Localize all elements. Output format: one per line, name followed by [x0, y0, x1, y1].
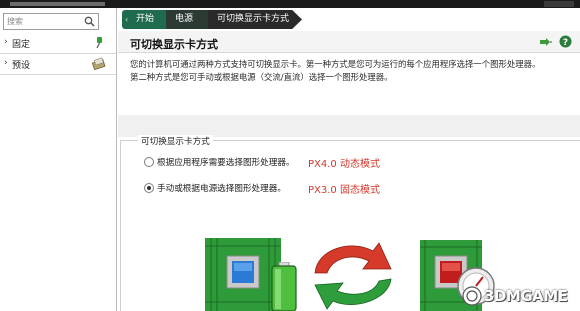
radio-dynamic-mode[interactable] [144, 157, 154, 167]
description-line: 您的计算机可通过两种方式支持可切换显示卡。第一种方式是您可为运行的每个应用程序选… [130, 59, 541, 69]
radio-selected-dot [147, 186, 151, 190]
sidebar-item-pinned[interactable]: › 固定 [0, 33, 116, 53]
watermark-text: 3DMGAME [484, 287, 568, 305]
pin-icon [96, 37, 102, 49]
search-box[interactable]: 搜索 [3, 13, 99, 30]
expand-arrow-icon[interactable]: › [4, 37, 8, 47]
breadcrumb-item-switchable-graphics[interactable]: 可切换显示卡方式 [204, 10, 302, 29]
search-input[interactable]: 搜索 [7, 16, 23, 27]
watermark: 3DMGAME [458, 283, 576, 309]
search-icon[interactable] [84, 16, 95, 27]
sidebar-item-label: 预设 [12, 61, 31, 71]
top-strip [0, 0, 580, 8]
breadcrumb: 可切换显示卡方式 电源 ‹ 开始 [122, 10, 302, 29]
page-title: 可切换显示卡方式 [130, 38, 218, 51]
pin-icon[interactable] [540, 37, 552, 47]
page-header: 可切换显示卡方式 ? [118, 31, 580, 53]
mode-label-dynamic: PX4.0 动态模式 [308, 159, 380, 170]
watermark-logo-icon [462, 286, 482, 306]
switch-arrows-icon [314, 242, 392, 310]
group-label: 可切换显示卡方式 [138, 135, 213, 147]
description: 您的计算机可通过两种方式支持可切换显示卡。第一种方式是您可为运行的每个应用程序选… [130, 58, 576, 84]
sidebar-divider [0, 74, 116, 75]
catalyst-control-center-window: 搜索 › 固定 › 预设 可切换显示卡方式 电源 ‹ 开始 可切换显示卡方式 ?… [0, 0, 580, 311]
breadcrumb-item-power[interactable]: 电源 [162, 10, 208, 29]
svg-text:?: ? [563, 38, 568, 48]
expand-arrow-icon[interactable]: › [4, 58, 8, 68]
window-controls[interactable] [544, 1, 574, 7]
option-label-dynamic[interactable]: 根据应用程序需要选择图形处理器。 [157, 156, 295, 168]
preset-icon [92, 57, 106, 70]
radio-fixed-mode[interactable] [144, 183, 154, 193]
top-strip-bar [10, 2, 105, 6]
help-icon[interactable]: ? [559, 35, 572, 48]
section-separator [118, 115, 580, 137]
chevron-left-icon[interactable]: ‹ [125, 10, 128, 29]
mode-label-fixed: PX3.0 固态模式 [308, 185, 380, 196]
sidebar-item-presets[interactable]: › 预设 [0, 54, 116, 74]
breadcrumb-item-start[interactable]: ‹ 开始 [122, 10, 166, 29]
option-label-fixed[interactable]: 手动或根据电源选择图形处理器。 [157, 182, 286, 194]
sidebar: 搜索 › 固定 › 预设 [0, 8, 117, 311]
sidebar-item-label: 固定 [12, 40, 31, 50]
battery-icon [271, 262, 297, 311]
description-line: 第二种方式是您可手动或根据电源（交流/直流）选择一个图形处理器。 [130, 72, 393, 82]
